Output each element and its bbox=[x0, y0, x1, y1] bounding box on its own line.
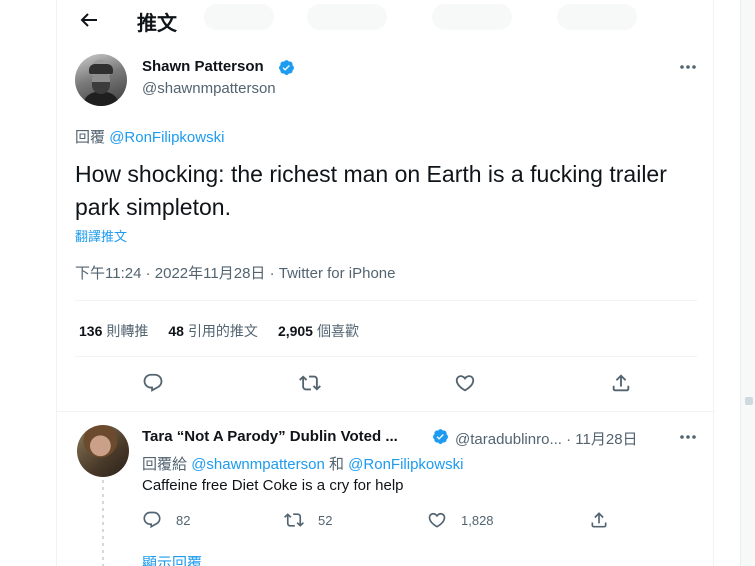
back-arrow-icon[interactable] bbox=[77, 8, 101, 32]
replying-to-link[interactable]: @shawnmpatterson bbox=[191, 456, 325, 473]
reply-author-name[interactable]: Tara “Not A Parody” Dublin Voted ... bbox=[142, 428, 398, 445]
likes-count: 2,905 bbox=[277, 323, 313, 339]
verified-badge-icon bbox=[278, 59, 295, 76]
author-handle[interactable]: @shawnmpatterson bbox=[142, 80, 276, 97]
like-button[interactable]: 1,828 bbox=[427, 510, 494, 530]
heart-icon bbox=[428, 512, 446, 528]
retweet-icon bbox=[284, 513, 304, 527]
quotes-count: 48 bbox=[168, 323, 184, 339]
thread-line bbox=[102, 480, 104, 566]
verified-badge-icon bbox=[432, 428, 449, 445]
divider bbox=[75, 356, 697, 357]
retweet-icon[interactable] bbox=[299, 372, 323, 396]
faded-header-element bbox=[557, 4, 637, 30]
likes-label: 個喜歡 bbox=[316, 323, 359, 339]
engagement-stats: 136 則轉推 48 引用的推文 2,905 個喜歡 bbox=[79, 321, 379, 341]
replying-and: 和 bbox=[328, 456, 344, 473]
replying-to-link[interactable]: @RonFilipkowski bbox=[348, 456, 463, 473]
meta-separator: · bbox=[269, 265, 279, 282]
retweets-label: 則轉推 bbox=[106, 323, 149, 339]
like-count: 1,828 bbox=[461, 512, 494, 528]
reply-icon[interactable] bbox=[142, 372, 166, 396]
reply-replying-to-line: 回覆給 @shawnmpatterson 和 @RonFilipkowski bbox=[142, 453, 463, 474]
more-horizontal-icon[interactable] bbox=[677, 428, 699, 446]
likes-stat[interactable]: 2,905 個喜歡 bbox=[278, 321, 359, 341]
reply-count: 82 bbox=[176, 512, 191, 528]
reply-handle-date: @taradublinro... · 11月28日 bbox=[455, 428, 638, 449]
quotes-label: 引用的推文 bbox=[187, 323, 258, 339]
timeline-column: 推文 Shawn Patterson @shawnmpatterson 回覆 @… bbox=[56, 0, 715, 566]
quotes-stat[interactable]: 48 引用的推文 bbox=[168, 321, 258, 341]
tweet-source[interactable]: Twitter for iPhone bbox=[279, 265, 396, 282]
reply-button[interactable]: 82 bbox=[142, 510, 190, 530]
share-icon[interactable] bbox=[610, 372, 634, 396]
page-title: 推文 bbox=[137, 13, 177, 35]
faded-header-element bbox=[432, 4, 512, 30]
share-icon bbox=[591, 512, 607, 528]
page-header: 推文 bbox=[57, 0, 715, 42]
divider bbox=[57, 411, 715, 412]
retweet-count: 52 bbox=[318, 512, 333, 528]
divider bbox=[75, 300, 697, 301]
translate-tweet-link[interactable]: 翻譯推文 bbox=[75, 226, 127, 245]
tweet-time[interactable]: 下午11:24 bbox=[75, 265, 141, 282]
reply-date[interactable]: 11月28日 bbox=[575, 431, 637, 448]
meta-separator: · bbox=[566, 431, 576, 448]
reply-text: Caffeine free Diet Coke is a cry for hel… bbox=[142, 477, 404, 494]
scrollbar-thumb[interactable] bbox=[745, 397, 753, 405]
reply-author-handle[interactable]: @taradublinro... bbox=[455, 431, 562, 448]
faded-header-element bbox=[307, 4, 387, 30]
meta-separator: · bbox=[145, 265, 155, 282]
tweet-text: How shocking: the richest man on Earth i… bbox=[75, 161, 667, 220]
heart-icon[interactable] bbox=[454, 372, 478, 396]
replying-prefix: 回覆給 bbox=[142, 456, 188, 473]
author-name[interactable]: Shawn Patterson bbox=[142, 58, 264, 75]
reply-author-avatar[interactable] bbox=[77, 425, 129, 477]
right-sidebar-strip bbox=[740, 0, 755, 566]
replying-to-link[interactable]: @RonFilipkowski bbox=[109, 129, 224, 146]
faded-header-element bbox=[204, 4, 274, 30]
retweet-button[interactable]: 52 bbox=[284, 510, 332, 530]
tweet-date[interactable]: 2022年11月28日 bbox=[155, 265, 266, 282]
retweets-count: 136 bbox=[79, 323, 103, 339]
reply-icon bbox=[143, 511, 161, 529]
replying-prefix: 回覆 bbox=[75, 129, 106, 146]
tweet-timestamp-line: 下午11:24 · 2022年11月28日 · Twitter for iPho… bbox=[75, 262, 395, 283]
show-replies-link[interactable]: 顯示回覆 bbox=[142, 552, 202, 566]
more-horizontal-icon[interactable] bbox=[677, 58, 699, 76]
retweets-stat[interactable]: 136 則轉推 bbox=[79, 321, 148, 341]
share-button[interactable] bbox=[589, 510, 623, 530]
author-avatar[interactable] bbox=[75, 54, 127, 106]
replying-to-line: 回覆 @RonFilipkowski bbox=[75, 126, 224, 147]
